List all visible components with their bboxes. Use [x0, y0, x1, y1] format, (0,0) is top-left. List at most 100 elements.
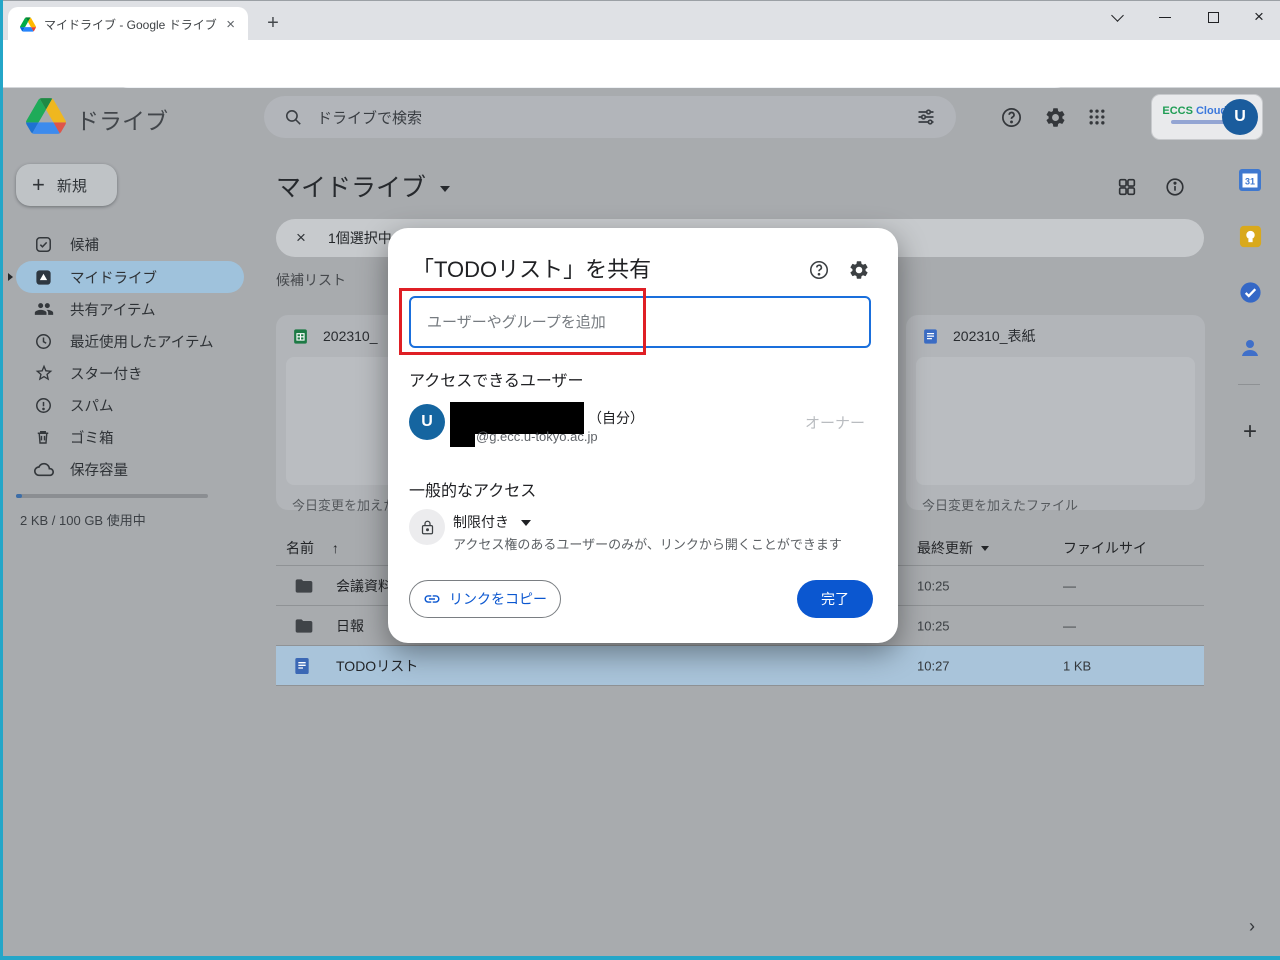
- contacts-icon[interactable]: [1236, 334, 1264, 362]
- tab-title: マイドライブ - Google ドライブ: [44, 17, 217, 32]
- column-size[interactable]: ファイルサイ: [1063, 538, 1147, 558]
- window-minimize-button[interactable]: [1148, 1, 1182, 33]
- modified-time: 10:25: [917, 618, 950, 633]
- modified-time: 10:25: [917, 578, 950, 593]
- clear-selection-icon[interactable]: ×: [296, 228, 306, 248]
- new-button[interactable]: + 新規: [16, 164, 117, 206]
- owner-email-domain: @g.ecc.u-tokyo.ac.jp: [476, 429, 598, 444]
- suggestions-label: 候補リスト: [276, 272, 346, 288]
- card-thumbnail: [916, 357, 1195, 485]
- sidebar-item-spam[interactable]: スパム: [12, 389, 248, 421]
- calendar-icon[interactable]: 31: [1236, 166, 1264, 194]
- sidebar-item-starred[interactable]: スター付き: [12, 357, 248, 389]
- owner-self-label: （自分）: [588, 410, 644, 426]
- sidebar-item-trash[interactable]: ゴミ箱: [12, 421, 248, 453]
- approval-check-icon: [34, 235, 54, 254]
- column-name[interactable]: 名前 ↑: [286, 538, 339, 558]
- info-icon[interactable]: [1164, 176, 1186, 198]
- account-avatar[interactable]: U: [1222, 99, 1258, 135]
- settings-gear-icon[interactable]: [1041, 103, 1069, 131]
- file-name: 会議資料: [336, 577, 392, 594]
- spam-icon: [34, 396, 54, 415]
- my-drive-icon: [34, 268, 54, 287]
- view-toggle-icon[interactable]: [1116, 176, 1138, 198]
- docs-file-icon: [294, 657, 310, 675]
- sidebar-item-label: ゴミ箱: [70, 430, 114, 447]
- annotation-red-box: [399, 288, 646, 355]
- storage-usage-text: 2 KB / 100 GB 使用中: [20, 513, 146, 528]
- storage-progress-fill: [16, 494, 22, 498]
- browser-tab[interactable]: マイドライブ - Google ドライブ ×: [8, 7, 248, 41]
- sidebar-item-label: 保存容量: [70, 462, 128, 479]
- file-card-doc[interactable]: 202310_表紙 今日変更を加えたファイル: [906, 315, 1205, 513]
- copy-link-button[interactable]: リンクをコピー: [409, 580, 561, 618]
- window-chevron-icon[interactable]: [1100, 1, 1134, 33]
- tab-close-icon[interactable]: ×: [223, 16, 238, 33]
- help-icon[interactable]: [997, 103, 1025, 131]
- dropdown-caret-icon: [521, 520, 531, 526]
- file-row-todo-list-selected[interactable]: TODOリスト 10:27 1 KB: [276, 646, 1204, 686]
- folder-icon: [294, 617, 314, 634]
- trash-icon: [34, 428, 54, 446]
- sidebar-item-label: 候補: [70, 237, 99, 254]
- rail-divider: [1238, 384, 1260, 385]
- owner-avatar: U: [409, 404, 445, 440]
- share-dialog-title: 「TODOリスト」を共有: [412, 257, 652, 282]
- title-caret-icon: [440, 186, 451, 192]
- screenshot-border-bottom: [0, 956, 1280, 960]
- sidebar-item-label: スパム: [70, 398, 114, 415]
- expand-panel-chevron-icon[interactable]: ›: [1240, 914, 1264, 938]
- rail-add-plus-icon[interactable]: +: [1236, 418, 1264, 446]
- general-access-heading: 一般的なアクセス: [409, 483, 537, 500]
- file-size: —: [1063, 618, 1076, 633]
- google-apps-grid-icon[interactable]: [1083, 103, 1111, 131]
- drive-favicon-icon: [20, 16, 36, 32]
- file-size: 1 KB: [1063, 658, 1092, 673]
- card-file-name: 202310_: [323, 328, 378, 344]
- window-close-button[interactable]: ×: [1242, 1, 1276, 33]
- page-title[interactable]: マイドライブ: [276, 168, 451, 204]
- redacted-email-user: [450, 434, 475, 447]
- restricted-description: アクセス権のあるユーザーのみが、リンクから開くことができます: [453, 537, 842, 552]
- cloud-storage-icon: [34, 461, 54, 478]
- storage-progress-bar: [16, 494, 208, 498]
- search-options-tune-icon[interactable]: [916, 107, 936, 127]
- restricted-dropdown[interactable]: 制限付き: [453, 512, 531, 532]
- clock-icon: [34, 332, 54, 351]
- screenshot-border-left: [0, 0, 3, 960]
- tasks-icon[interactable]: [1236, 278, 1264, 306]
- app-name: ドライブ: [76, 108, 168, 134]
- dialog-settings-gear-icon[interactable]: [846, 257, 872, 283]
- lock-icon: [409, 509, 445, 545]
- browser-toolbar: ← → drive.google.com/drive/my-drive ☆ U: [0, 40, 1280, 121]
- sheets-file-icon: [292, 328, 309, 345]
- window-maximize-button[interactable]: [1196, 1, 1230, 33]
- people-with-access-heading: アクセスできるユーザー: [409, 373, 584, 390]
- drive-search-bar[interactable]: ドライブで検索: [264, 96, 956, 138]
- search-icon: [284, 108, 303, 127]
- file-size: —: [1063, 578, 1076, 593]
- expander-arrow-icon[interactable]: [8, 273, 13, 281]
- link-icon: [423, 590, 441, 608]
- sidebar-item-label: 最近使用したアイテム: [70, 334, 214, 351]
- keep-icon[interactable]: [1236, 222, 1264, 250]
- star-icon: [34, 363, 54, 383]
- new-tab-button[interactable]: +: [260, 11, 286, 37]
- done-button[interactable]: 完了: [797, 580, 873, 618]
- sidebar-item-suggested[interactable]: 候補: [12, 228, 248, 260]
- sidebar-item-my-drive[interactable]: マイドライブ: [8, 261, 244, 293]
- column-modified[interactable]: 最終更新: [917, 538, 989, 558]
- file-name: 日報: [336, 617, 364, 634]
- selection-count: 1個選択中: [327, 230, 392, 246]
- svg-text:31: 31: [1245, 177, 1255, 187]
- sidebar-item-label: 共有アイテム: [70, 302, 156, 319]
- shared-people-icon: [34, 299, 54, 319]
- dialog-help-icon[interactable]: [806, 257, 832, 283]
- sidebar-item-storage[interactable]: 保存容量: [12, 453, 248, 485]
- owner-role-label: オーナー: [805, 415, 866, 432]
- sidebar-item-recent[interactable]: 最近使用したアイテム: [12, 325, 248, 357]
- card-reason-text: 今日変更を加えたファイル: [922, 498, 1079, 513]
- sidebar-item-shared[interactable]: 共有アイテム: [12, 293, 248, 325]
- sidebar-item-label: マイドライブ: [70, 270, 157, 287]
- sidebar-item-label: スター付き: [70, 366, 143, 383]
